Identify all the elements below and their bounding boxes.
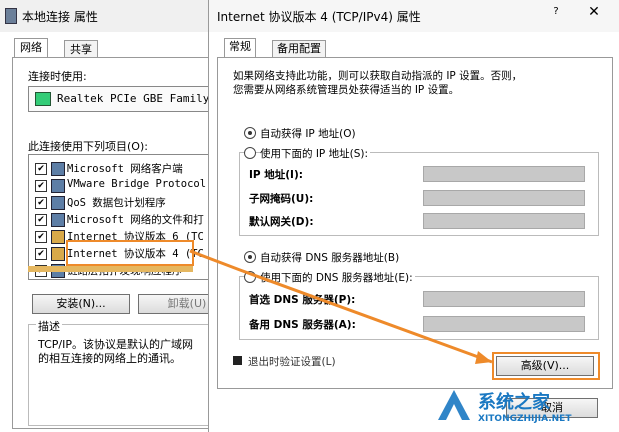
annotation-arrow bbox=[189, 249, 493, 364]
watermark: 系统之家 XITONGZHIJIA.NET bbox=[430, 380, 619, 432]
watermark-brand: 系统之家 bbox=[478, 392, 550, 413]
watermark-url: XITONGZHIJIA.NET bbox=[478, 414, 572, 424]
watermark-logo-icon bbox=[438, 390, 470, 420]
